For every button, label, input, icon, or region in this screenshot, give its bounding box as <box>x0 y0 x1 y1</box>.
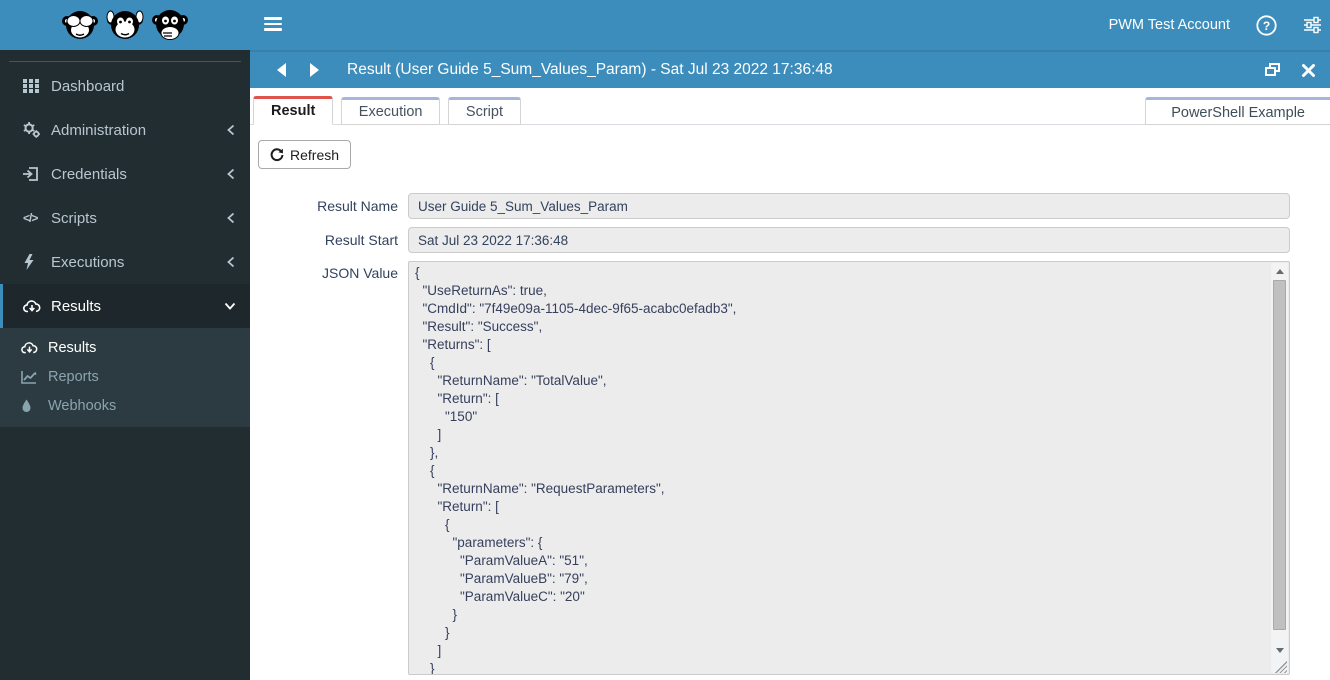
submenu-item-label: Reports <box>48 368 99 385</box>
refresh-icon <box>270 147 284 162</box>
tab-script[interactable]: Script <box>447 97 521 125</box>
result-start-label: Result Start <box>324 232 398 248</box>
close-icon[interactable] <box>1301 63 1316 78</box>
json-value-row: JSON Value { "UseReturnAs": true, "CmdId… <box>250 261 1330 675</box>
sidebar-item-scripts[interactable]: </> Scripts <box>0 196 250 240</box>
sliders-icon[interactable] <box>1303 16 1322 34</box>
speak-no-evil-monkey-icon <box>152 10 188 40</box>
result-name-field[interactable] <box>408 193 1290 219</box>
svg-text:?: ? <box>1263 19 1270 33</box>
chevron-left-icon <box>226 256 236 268</box>
resize-grip[interactable] <box>1275 661 1287 673</box>
tab-result[interactable]: Result <box>253 96 334 125</box>
sidebar-item-administration[interactable]: Administration <box>0 108 250 152</box>
chevron-down-icon <box>224 301 236 311</box>
sidebar-item-dashboard[interactable]: Dashboard <box>0 64 250 108</box>
scrollbar-thumb[interactable] <box>1273 280 1286 630</box>
chevron-left-icon <box>226 212 236 224</box>
result-name-label: Result Name <box>317 198 398 214</box>
top-navbar: PWM Test Account ? <box>250 0 1330 50</box>
sidebar-item-results[interactable]: Results <box>0 284 250 328</box>
sidebar-item-executions[interactable]: Executions <box>0 240 250 284</box>
chart-line-icon <box>21 370 48 384</box>
caret-right-icon[interactable] <box>310 63 319 77</box>
chevron-left-icon <box>226 124 236 136</box>
grid-icon <box>23 78 51 94</box>
brand-logo[interactable] <box>0 0 250 50</box>
json-value-field[interactable]: { "UseReturnAs": true, "CmdId": "7f49e09… <box>408 261 1290 675</box>
question-circle-icon[interactable]: ? <box>1256 14 1277 36</box>
submenu-item-reports[interactable]: Reports <box>0 362 250 391</box>
result-name-row: Result Name <box>250 193 1330 219</box>
see-no-evil-monkey-icon <box>62 11 98 39</box>
sidebar: Dashboard Administration Credentials </>… <box>0 0 250 680</box>
app-window: Dashboard Administration Credentials </>… <box>0 0 1330 680</box>
hear-no-evil-monkey-icon <box>106 10 144 39</box>
hamburger-icon[interactable] <box>264 17 282 34</box>
refresh-button[interactable]: Refresh <box>258 140 352 169</box>
droplet-icon <box>21 399 48 413</box>
sidebar-item-label: Results <box>51 297 102 315</box>
restore-window-icon[interactable] <box>1265 63 1281 77</box>
account-menu[interactable]: PWM Test Account <box>1109 17 1230 33</box>
submenu-item-label: Results <box>48 339 97 356</box>
submenu-item-webhooks[interactable]: Webhooks <box>0 391 250 420</box>
scroll-up-icon[interactable] <box>1271 263 1288 279</box>
window-title: Result (User Guide 5_Sum_Values_Param) -… <box>347 61 833 78</box>
refresh-label: Refresh <box>290 146 340 163</box>
tabs-row: Result Execution Script PowerShell Examp… <box>250 96 1330 125</box>
submenu-item-label: Webhooks <box>48 397 117 414</box>
bolt-icon <box>23 254 51 270</box>
tab-powershell-example[interactable]: PowerShell Example <box>1145 97 1330 125</box>
tab-execution[interactable]: Execution <box>340 97 441 125</box>
cloud-download-icon <box>23 299 51 314</box>
sidebar-item-label: Executions <box>51 253 125 271</box>
sign-in-icon <box>23 166 51 182</box>
gears-icon <box>23 122 51 138</box>
sidebar-item-label: Administration <box>51 121 147 139</box>
sidebar-item-label: Dashboard <box>51 77 125 95</box>
sidebar-item-label: Credentials <box>51 165 127 183</box>
result-panel: Result Execution Script PowerShell Examp… <box>250 88 1330 680</box>
results-submenu: Results Reports Webhooks <box>0 328 250 427</box>
vertical-scrollbar <box>1271 263 1288 673</box>
caret-left-icon[interactable] <box>277 63 286 77</box>
scroll-down-icon[interactable] <box>1271 642 1288 658</box>
result-start-field[interactable] <box>408 227 1290 253</box>
result-start-row: Result Start <box>250 227 1330 253</box>
sidebar-item-credentials[interactable]: Credentials <box>0 152 250 196</box>
code-icon: </> <box>23 211 38 225</box>
sidebar-divider <box>9 61 241 62</box>
submenu-item-results[interactable]: Results <box>0 333 250 362</box>
result-window-titlebar: Result (User Guide 5_Sum_Values_Param) -… <box>250 50 1330 88</box>
json-value-label: JSON Value <box>322 265 398 281</box>
chevron-left-icon <box>226 168 236 180</box>
result-form: Result Name Result Start JSON Value { "U… <box>250 193 1330 680</box>
sidebar-item-label: Scripts <box>51 209 97 227</box>
cloud-download-icon <box>21 341 48 355</box>
json-value-text[interactable]: { "UseReturnAs": true, "CmdId": "7f49e09… <box>409 262 1271 674</box>
